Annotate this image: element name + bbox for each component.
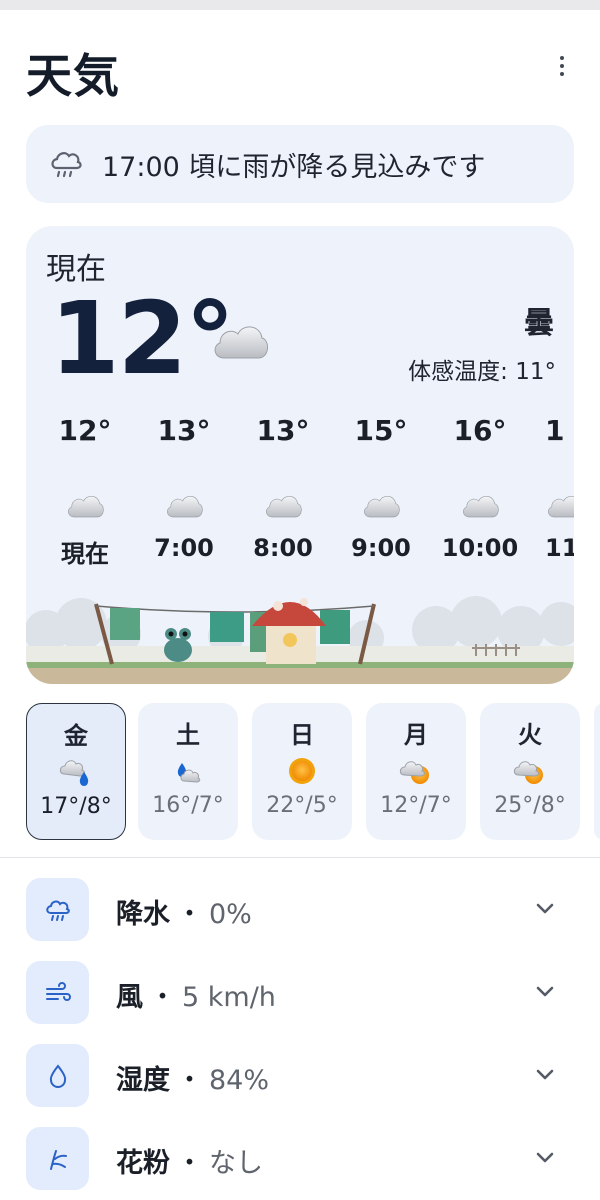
hourly-temp: 1 xyxy=(545,414,565,447)
page-title: 天気 xyxy=(26,49,120,103)
current-weather-card: 現在 12° 曇 体感温度: 11° 12° 現在 13° 7:00 13° 8… xyxy=(26,226,574,684)
rain-alert-text: 17:00 頃に雨が降る見込みです xyxy=(102,151,486,183)
weather-illustration xyxy=(26,584,574,684)
current-temperature: 12° xyxy=(50,280,235,397)
day-item-tue[interactable]: 火 25°/8° xyxy=(480,703,580,840)
day-item-sun[interactable]: 日 22°/5° xyxy=(252,703,352,840)
day-name: 月 xyxy=(404,721,428,749)
more-dot xyxy=(560,72,564,76)
day-temps: 25°/8° xyxy=(494,793,566,818)
hourly-time: 9:00 xyxy=(351,534,411,562)
wind-text: 風・ 5 km/h xyxy=(116,975,276,1014)
humidity-text: 湿度・ 84% xyxy=(116,1058,269,1097)
pollen-icon xyxy=(49,1149,67,1170)
current-condition: 曇 xyxy=(524,306,554,341)
separator: ・ xyxy=(176,899,203,930)
separator: ・ xyxy=(176,1148,203,1179)
hourly-item: 13° 7:00 xyxy=(134,414,234,562)
separator: ・ xyxy=(149,982,176,1013)
detail-key: 花粉 xyxy=(116,1148,170,1179)
rain-alert-banner[interactable]: 17:00 頃に雨が降る見込みです xyxy=(26,125,574,203)
day-item-partial[interactable] xyxy=(594,703,600,840)
precipitation-icon-box xyxy=(26,878,89,941)
cloud-rain-icon xyxy=(177,763,201,783)
wind-icon xyxy=(45,981,71,1001)
day-item-sat[interactable]: 土 16°/7° xyxy=(138,703,238,840)
day-item-fri[interactable]: 金 17°/8° xyxy=(26,703,126,840)
more-dot xyxy=(560,56,564,60)
pollen-icon-box xyxy=(26,1127,89,1190)
hourly-time: 11 xyxy=(545,534,574,562)
detail-value: 5 km/h xyxy=(182,982,276,1013)
daily-forecast[interactable]: 金 17°/8° 土 16°/7° 日 22°/5° 月 12°/7° 火 25… xyxy=(26,703,600,843)
cloud-icon xyxy=(65,490,105,520)
hourly-temp: 12° xyxy=(58,414,112,447)
chevron-down-icon[interactable] xyxy=(534,1149,556,1167)
hourly-temp: 15° xyxy=(354,414,408,447)
cloud-icon xyxy=(164,490,204,520)
day-temps: 12°/7° xyxy=(380,793,452,818)
hourly-time: 現在 xyxy=(61,540,109,568)
hourly-item: 13° 8:00 xyxy=(233,414,333,562)
rain-cloud-icon xyxy=(51,152,82,178)
header: 天気 xyxy=(26,40,576,103)
more-dot xyxy=(560,64,564,68)
hourly-item: 15° 9:00 xyxy=(331,414,431,562)
hourly-forecast[interactable]: 12° 現在 13° 7:00 13° 8:00 15° 9:00 16° 10… xyxy=(26,414,574,584)
wind-icon-box xyxy=(26,961,89,1024)
day-temps: 22°/5° xyxy=(266,793,338,818)
separator: ・ xyxy=(176,1065,203,1096)
status-bar xyxy=(0,0,600,10)
hourly-temp: 13° xyxy=(157,414,211,447)
partly-cloudy-icon xyxy=(399,761,429,784)
detail-value: なし xyxy=(209,1148,263,1179)
detail-key: 風 xyxy=(116,982,143,1013)
chevron-down-icon[interactable] xyxy=(534,900,556,918)
partly-cloudy-icon xyxy=(513,761,543,784)
precipitation-row[interactable]: 降水・ 0% xyxy=(26,878,574,942)
cloud-icon xyxy=(263,490,303,520)
chevron-down-icon[interactable] xyxy=(534,1066,556,1084)
humidity-row[interactable]: 湿度・ 84% xyxy=(26,1044,574,1108)
pollen-row[interactable]: 花粉・なし xyxy=(26,1127,574,1191)
hourly-time: 8:00 xyxy=(253,534,313,562)
cloud-icon xyxy=(545,490,574,520)
pollen-text: 花粉・なし xyxy=(116,1141,263,1180)
droplet-icon xyxy=(49,1063,66,1088)
rain-cloud-icon xyxy=(45,900,70,921)
hourly-temp: 13° xyxy=(256,414,310,447)
detail-value: 84% xyxy=(209,1065,270,1096)
chevron-down-icon[interactable] xyxy=(534,983,556,1001)
day-temps: 16°/7° xyxy=(152,793,224,818)
divider xyxy=(0,857,600,858)
hourly-temp: 16° xyxy=(453,414,507,447)
hourly-item: 16° 10:00 xyxy=(430,414,530,562)
wind-row[interactable]: 風・ 5 km/h xyxy=(26,961,574,1025)
day-item-mon[interactable]: 月 12°/7° xyxy=(366,703,466,840)
detail-key: 降水 xyxy=(116,899,170,930)
more-options-button[interactable] xyxy=(550,52,574,80)
sun-icon xyxy=(289,758,315,784)
feels-like: 体感温度: 11° xyxy=(408,359,556,385)
hourly-time: 10:00 xyxy=(441,534,519,562)
cloud-icon xyxy=(460,490,500,520)
day-name: 火 xyxy=(518,721,542,749)
day-name: 土 xyxy=(176,721,200,749)
cloud-icon xyxy=(210,318,270,362)
day-temps: 17°/8° xyxy=(40,794,112,819)
hourly-time: 7:00 xyxy=(154,534,214,562)
precipitation-text: 降水・ 0% xyxy=(116,892,252,931)
detail-value: 0% xyxy=(209,899,252,930)
day-name: 日 xyxy=(290,721,314,749)
day-name: 金 xyxy=(64,722,88,750)
hourly-item: 1 11 xyxy=(529,414,574,562)
hourly-item: 12° 現在 xyxy=(35,414,135,569)
detail-key: 湿度 xyxy=(116,1065,170,1096)
cloud-icon xyxy=(361,490,401,520)
cloud-rain-icon xyxy=(59,760,89,786)
humidity-icon-box xyxy=(26,1044,89,1107)
